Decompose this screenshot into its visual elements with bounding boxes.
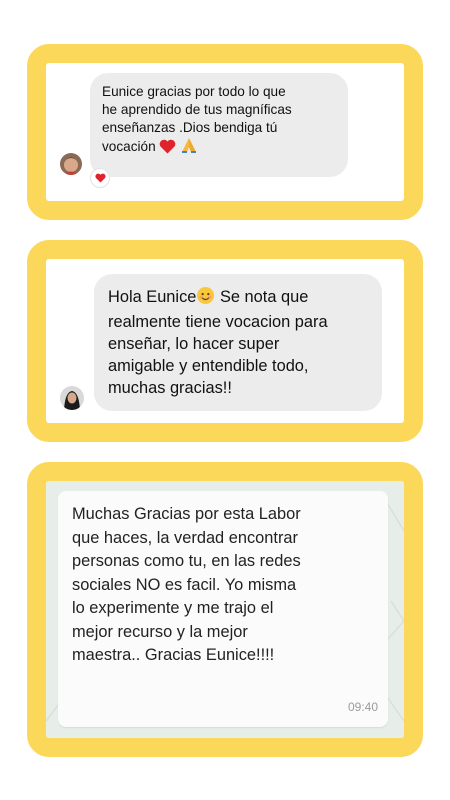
message-bubble[interactable]: Hola Eunice Se nota que realmente tiene … <box>94 274 382 411</box>
message-line: enseñanzas .Dios bendiga tú <box>102 120 278 135</box>
message-timestamp: 09:40 <box>347 699 378 714</box>
sender-avatar[interactable] <box>60 386 84 410</box>
message-text-start: Hola Eunice <box>108 288 197 306</box>
heart-icon <box>159 139 176 159</box>
testimonial-card-2: Hola Eunice Se nota que realmente tiene … <box>27 240 423 442</box>
message-line: he aprendido de tus magníficas <box>102 102 292 117</box>
testimonial-card-1: Eunice gracias por todo lo que he aprend… <box>27 44 423 220</box>
testimonial-card-3: Muchas Gracias por esta Labor que haces,… <box>27 462 423 757</box>
heart-reaction[interactable] <box>91 169 109 187</box>
message-line: Eunice gracias por todo lo que <box>102 84 286 99</box>
heart-icon <box>94 173 106 183</box>
message-line: vocación <box>102 139 156 154</box>
message-bubble[interactable]: Eunice gracias por todo lo que he aprend… <box>90 73 348 177</box>
message-text: Muchas Gracias por esta Labor que haces,… <box>72 505 301 664</box>
sender-avatar[interactable] <box>60 153 82 175</box>
message-bubble[interactable]: Muchas Gracias por esta Labor que haces,… <box>58 491 388 727</box>
praying-hands-icon <box>180 137 198 159</box>
smiling-face-icon <box>196 286 215 311</box>
